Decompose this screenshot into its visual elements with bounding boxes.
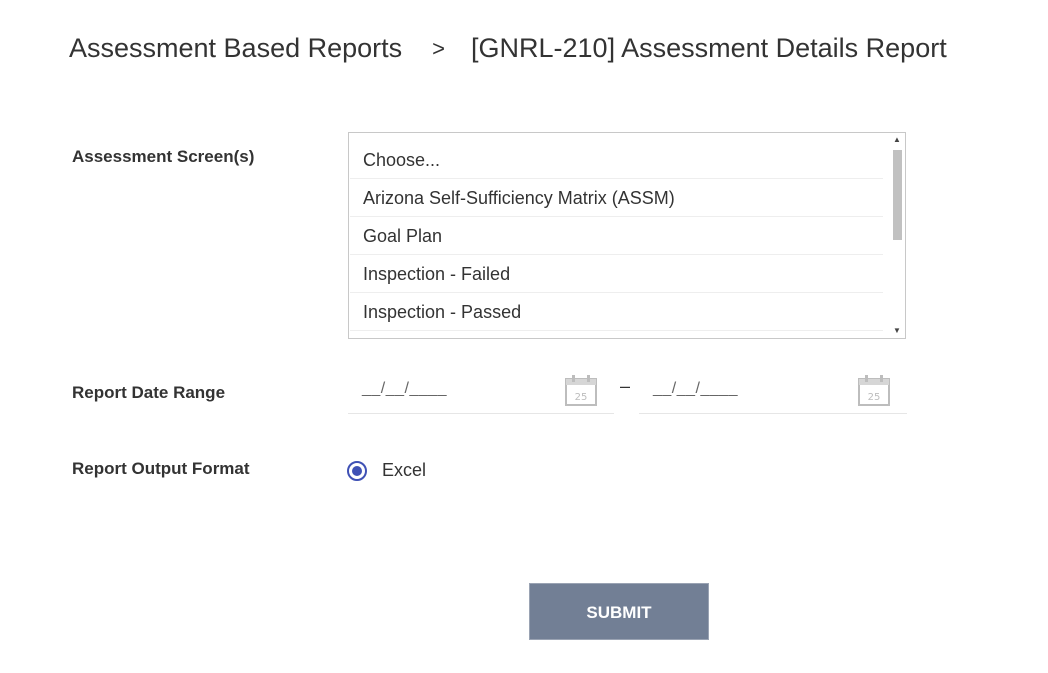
calendar-day-text: 25: [575, 392, 588, 403]
scrollbar-thumb[interactable]: [893, 150, 902, 240]
report-page: Assessment Based Reports > [GNRL-210] As…: [0, 0, 1048, 673]
calendar-icon[interactable]: 25: [857, 373, 891, 407]
report-output-format-label: Report Output Format: [72, 459, 250, 478]
breadcrumb-parent-link[interactable]: Assessment Based Reports: [69, 33, 402, 64]
assessment-screens-label: Assessment Screen(s): [72, 147, 255, 166]
end-date-field[interactable]: __/__/____ 25: [639, 368, 907, 414]
listbox-scrollbar[interactable]: ▲ ▼: [890, 134, 904, 337]
scroll-up-arrow-icon[interactable]: ▲: [890, 134, 904, 146]
breadcrumb-current: [GNRL-210] Assessment Details Report: [471, 33, 947, 63]
excel-radio-option[interactable]: Excel: [347, 460, 426, 481]
excel-radio-label[interactable]: Excel: [382, 460, 426, 481]
list-item[interactable]: Arizona Self-Sufficiency Matrix (ASSM): [350, 179, 883, 217]
list-item[interactable]: Inspection - Passed: [350, 293, 883, 331]
breadcrumb-separator: >: [432, 35, 446, 61]
list-item[interactable]: Choose...: [350, 141, 883, 179]
radio-selected-dot: [352, 465, 362, 476]
list-item[interactable]: Goal Plan: [350, 217, 883, 255]
assessment-screens-listbox[interactable]: Choose... Arizona Self-Sufficiency Matri…: [348, 132, 906, 339]
start-date-input[interactable]: __/__/____: [362, 380, 447, 398]
scroll-down-arrow-icon[interactable]: ▼: [890, 325, 904, 337]
calendar-icon[interactable]: 25: [564, 373, 598, 407]
submit-button[interactable]: SUBMIT: [529, 583, 709, 640]
calendar-day-text: 25: [868, 392, 881, 403]
list-item[interactable]: Inspection - Failed: [350, 255, 883, 293]
report-date-range-label: Report Date Range: [72, 383, 226, 402]
end-date-input[interactable]: __/__/____: [653, 380, 738, 398]
start-date-field[interactable]: __/__/____ 25: [348, 368, 614, 414]
date-range-separator: –: [620, 376, 631, 396]
breadcrumb: Assessment Based Reports > [GNRL-210] As…: [69, 33, 947, 64]
assessment-screens-options: Choose... Arizona Self-Sufficiency Matri…: [349, 141, 883, 331]
excel-radio-button[interactable]: [347, 460, 367, 481]
